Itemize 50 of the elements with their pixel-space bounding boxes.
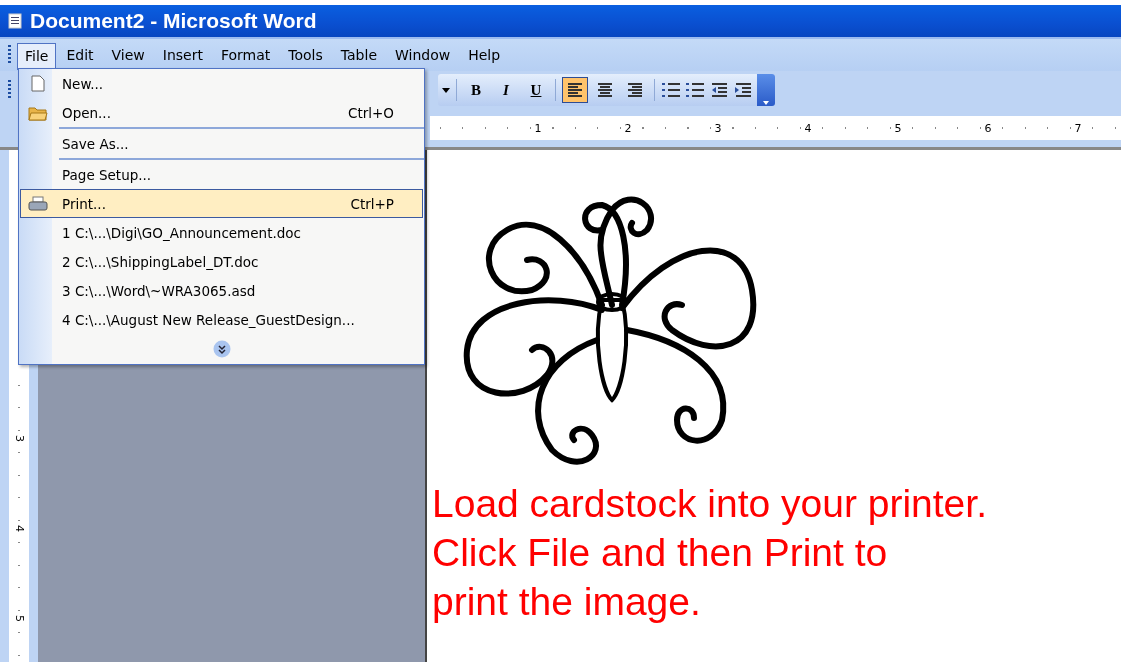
ruler-number: 4 bbox=[802, 121, 814, 135]
folder-icon bbox=[27, 104, 48, 121]
window-title: Document2 - Microsoft Word bbox=[30, 9, 317, 33]
menu-item[interactable]: Insert bbox=[154, 42, 211, 68]
document-icon bbox=[30, 75, 45, 92]
menu-item[interactable]: 4 C:\...\August New Release_GuestDesign... bbox=[20, 305, 423, 334]
ruler-number: 5 bbox=[892, 121, 904, 135]
outdent-icon[interactable] bbox=[709, 81, 729, 99]
expand-chevron-icon[interactable] bbox=[212, 340, 231, 358]
ruler-number: 2 bbox=[622, 121, 634, 135]
menu-item[interactable]: 2 C:\...\ShippingLabel_DT.doc bbox=[20, 247, 423, 276]
document-text: Load cardstock into your printer. bbox=[432, 481, 988, 527]
toolbar-options-button[interactable] bbox=[757, 74, 775, 106]
underline-button[interactable]: U bbox=[523, 77, 549, 103]
dropdown-arrow-icon[interactable] bbox=[442, 87, 450, 93]
ruler-number: 7 bbox=[1072, 121, 1084, 135]
italic-button[interactable]: I bbox=[493, 77, 519, 103]
menu-item[interactable]: 1 C:\...\Digi\GO_Announcement.doc bbox=[20, 218, 423, 247]
menu-item[interactable]: Tools bbox=[280, 42, 331, 68]
menu-item[interactable]: Open... Ctrl+O bbox=[20, 98, 423, 127]
bold-button[interactable]: B bbox=[463, 77, 489, 103]
grip-handle[interactable] bbox=[8, 80, 11, 100]
document-text: Click File and then Print to bbox=[432, 530, 889, 576]
document-text: print the image. bbox=[432, 579, 702, 625]
menu-item[interactable]: Help bbox=[460, 42, 509, 68]
document-icon bbox=[8, 13, 24, 29]
menu-item[interactable]: Page Setup... bbox=[20, 160, 423, 189]
bullets-icon[interactable] bbox=[685, 81, 705, 99]
ruler-number: 1 bbox=[532, 121, 544, 135]
indent-icon[interactable] bbox=[733, 81, 753, 99]
menu-item[interactable]: Format bbox=[212, 42, 279, 68]
menu-item[interactable]: Edit bbox=[58, 42, 102, 68]
align-center-icon bbox=[595, 80, 615, 100]
align-left-icon bbox=[565, 80, 585, 100]
menu-item[interactable]: File bbox=[17, 43, 57, 70]
numbering-icon[interactable] bbox=[661, 81, 681, 99]
ruler-number: 6 bbox=[982, 121, 994, 135]
menu-item[interactable]: Window bbox=[387, 42, 459, 68]
menu-item[interactable]: 3 C:\...\Word\~WRA3065.asd bbox=[20, 276, 423, 305]
ruler-number: 3 bbox=[712, 121, 724, 135]
grip-handle[interactable] bbox=[8, 45, 11, 65]
menu-item[interactable]: Print... Ctrl+P bbox=[20, 189, 423, 218]
menu-item[interactable]: Table bbox=[332, 42, 385, 68]
printer-icon bbox=[27, 195, 48, 212]
align-right-icon bbox=[625, 80, 645, 100]
caret-icon bbox=[762, 98, 770, 106]
menu-item[interactable]: New... bbox=[20, 69, 423, 98]
menu-item[interactable]: View bbox=[103, 42, 153, 68]
menu-item[interactable]: Save As... bbox=[20, 129, 423, 158]
align-left-button[interactable] bbox=[562, 77, 588, 103]
